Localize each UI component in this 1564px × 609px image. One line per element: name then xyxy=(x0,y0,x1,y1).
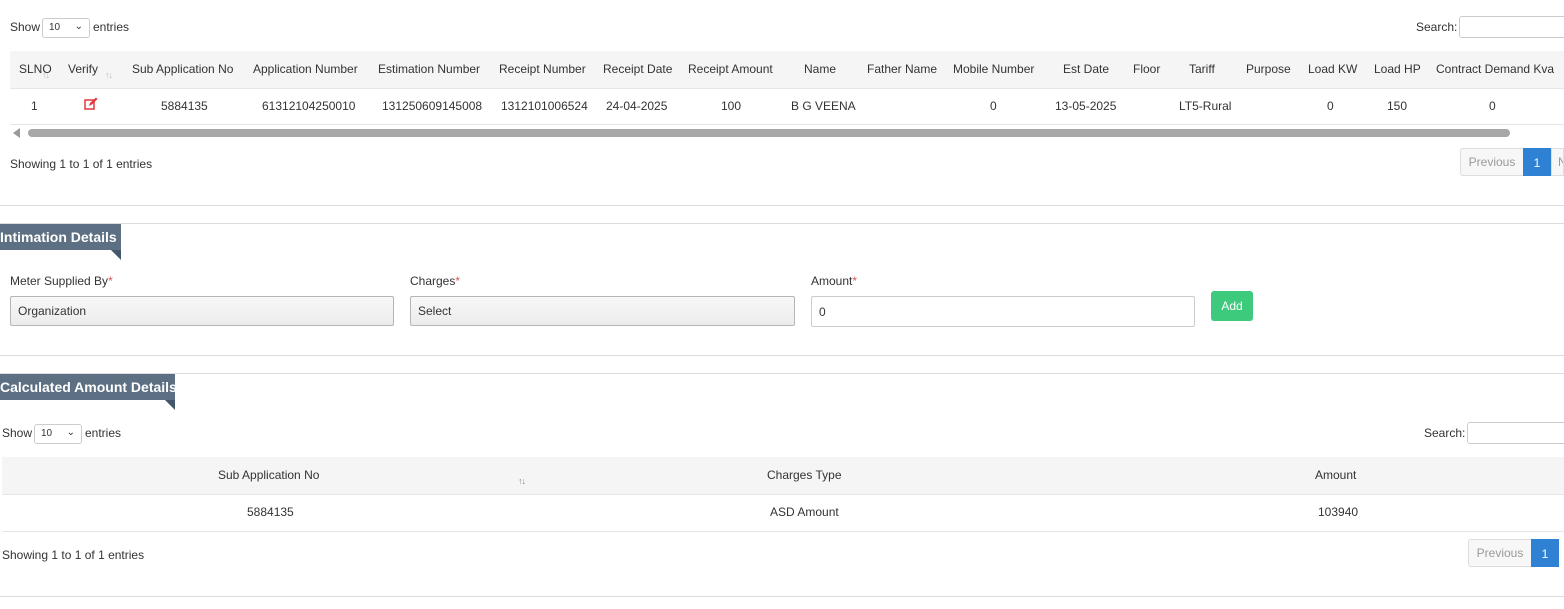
search-input[interactable] xyxy=(1467,422,1564,444)
col-verify[interactable]: Verify xyxy=(68,62,98,76)
cell-name: B G VEENA xyxy=(791,99,856,113)
calculated-amount-details-title: Calculated Amount Details xyxy=(0,374,177,400)
entries-select-value: 10 xyxy=(41,428,53,439)
col-name[interactable]: Name xyxy=(804,62,836,76)
col-load-kw[interactable]: Load KW xyxy=(1308,62,1357,76)
add-button[interactable]: Add xyxy=(1211,291,1253,321)
charges-label: Charges* xyxy=(410,274,460,288)
row-divider xyxy=(10,124,1564,125)
col-sub-application-no[interactable]: Sub Application No xyxy=(132,62,233,76)
cell-receipt-number: 1312101006524 xyxy=(501,99,588,113)
entries-select[interactable]: 10 ⌄ xyxy=(34,424,82,444)
scroll-left-arrow-icon[interactable] xyxy=(13,128,20,138)
header-divider xyxy=(10,88,1564,89)
charges-select[interactable]: Select xyxy=(410,296,795,326)
section-divider xyxy=(0,223,1564,224)
table-info: Showing 1 to 1 of 1 entries xyxy=(10,157,153,171)
scrollbar-thumb[interactable] xyxy=(28,129,1510,137)
cell-est-date: 13-05-2025 xyxy=(1055,99,1117,113)
cell-charges-type: ASD Amount xyxy=(770,505,839,519)
cell-application-number: 61312104250010 xyxy=(262,99,356,113)
cell-sub-application-no: 5884135 xyxy=(161,99,208,113)
section-divider xyxy=(0,373,1564,374)
section-divider xyxy=(0,596,1564,597)
search-input[interactable] xyxy=(1459,16,1564,38)
cell-tariff: LT5-Rural xyxy=(1179,99,1232,113)
cell-amount: 103940 xyxy=(1318,505,1359,519)
col-father-name[interactable]: Father Name xyxy=(867,62,937,76)
cell-sub-application-no: 5884135 xyxy=(247,505,294,519)
meter-supplied-select[interactable]: Organization xyxy=(10,296,394,326)
next-button[interactable]: N xyxy=(1551,148,1564,176)
cell-load-hp: 150 xyxy=(1387,99,1408,113)
cell-estimation-number: 131250609145008 xyxy=(382,99,483,113)
cell-contract-demand-kva: 0 xyxy=(1489,99,1496,113)
meter-supplied-label: Meter Supplied By* xyxy=(10,274,113,288)
col-est-date[interactable]: Est Date xyxy=(1063,62,1109,76)
required-mark: * xyxy=(852,274,858,288)
amount-label: Amount* xyxy=(811,274,857,288)
row-divider xyxy=(2,531,1564,532)
col-floor[interactable]: Floor xyxy=(1133,62,1160,76)
table-info: Showing 1 to 1 of 1 entries xyxy=(2,548,145,562)
charges-label-text: Charges xyxy=(410,274,456,288)
cell-receipt-date: 24-04-2025 xyxy=(606,99,668,113)
sort-icon[interactable]: ↑↓ xyxy=(105,70,113,80)
edit-icon[interactable] xyxy=(84,97,98,114)
cell-load-kw: 0 xyxy=(1327,99,1334,113)
col-receipt-number[interactable]: Receipt Number xyxy=(499,62,586,76)
col-tariff[interactable]: Tariff xyxy=(1189,62,1215,76)
tag-fold xyxy=(165,400,175,410)
show-label: Show xyxy=(10,20,41,34)
header-divider xyxy=(2,494,1564,495)
amount-input[interactable]: 0 xyxy=(811,296,1195,327)
sort-icon[interactable]: ↑↓ xyxy=(42,70,50,80)
required-mark: * xyxy=(455,274,461,288)
entries-select[interactable]: 10 ⌄ xyxy=(42,18,90,38)
search-label: Search: xyxy=(1424,426,1466,440)
col-receipt-amount[interactable]: Receipt Amount xyxy=(688,62,773,76)
cell-receipt-amount: 100 xyxy=(721,99,742,113)
amount-label-text: Amount xyxy=(811,274,853,288)
col-receipt-date[interactable]: Receipt Date xyxy=(603,62,672,76)
col-contract-demand-kva[interactable]: Contract Demand Kva xyxy=(1436,62,1554,76)
section-divider xyxy=(0,355,1564,356)
required-mark: * xyxy=(108,274,113,288)
col-load-hp[interactable]: Load HP xyxy=(1374,62,1421,76)
entries-label: entries xyxy=(93,20,130,34)
col-estimation-number[interactable]: Estimation Number xyxy=(378,62,480,76)
section-divider xyxy=(0,205,1564,206)
cell-slno: 1 xyxy=(31,99,38,113)
previous-button[interactable]: Previous xyxy=(1460,148,1524,176)
col-sub-application-no[interactable]: Sub Application No xyxy=(218,468,319,482)
page-1-button[interactable]: 1 xyxy=(1531,539,1559,567)
chevron-down-icon: ⌄ xyxy=(66,427,75,438)
search-label: Search: xyxy=(1416,20,1458,34)
previous-button[interactable]: Previous xyxy=(1468,539,1532,567)
page-1-button[interactable]: 1 xyxy=(1523,148,1551,176)
entries-select-value: 10 xyxy=(49,22,61,33)
entries-label: entries xyxy=(85,426,122,440)
cell-mobile-number: 0 xyxy=(990,99,997,113)
sort-icon[interactable]: ↑↓ xyxy=(518,476,526,486)
col-mobile-number[interactable]: Mobile Number xyxy=(953,62,1034,76)
col-charges-type[interactable]: Charges Type xyxy=(767,468,842,482)
show-label: Show xyxy=(2,426,33,440)
meter-supplied-label-text: Meter Supplied By xyxy=(10,274,109,288)
col-application-number[interactable]: Application Number xyxy=(253,62,358,76)
intimation-details-title: Intimation Details xyxy=(0,224,121,250)
col-purpose[interactable]: Purpose xyxy=(1246,62,1291,76)
chevron-down-icon: ⌄ xyxy=(74,21,83,32)
tag-fold xyxy=(111,250,121,260)
col-amount[interactable]: Amount xyxy=(1315,468,1356,482)
